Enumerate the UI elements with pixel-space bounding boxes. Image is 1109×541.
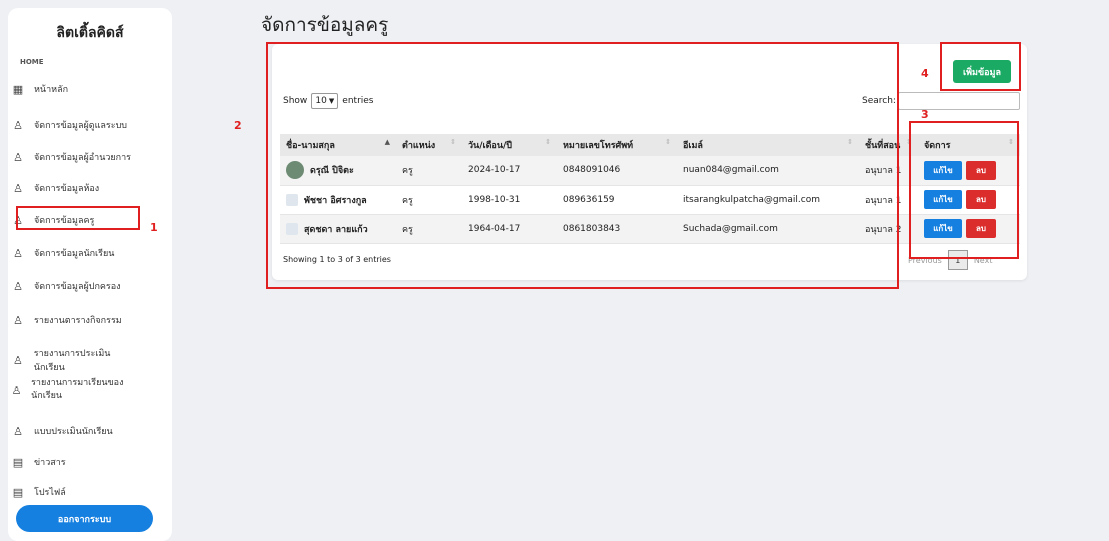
sidebar-item-label: ข่าวสาร (34, 458, 66, 468)
list-icon: ▤ (12, 485, 24, 499)
sidebar-item-evaluation-report[interactable]: ♙ รายงานการประเมินนักเรียน (10, 346, 140, 374)
sidebar-item-parents[interactable]: ♙ จัดการข้อมูลผู้ปกครอง (10, 279, 140, 293)
sidebar-item-directors[interactable]: ♙ จัดการข้อมูลผู้อำนวยการ (10, 150, 140, 164)
sidebar-item-label: จัดการข้อมูลผู้ดูแลระบบ (34, 121, 127, 131)
user-icon: ♙ (13, 118, 23, 132)
sidebar-item-students[interactable]: ♙ จัดการข้อมูลนักเรียน (10, 246, 140, 260)
sidebar-item-label: จัดการข้อมูลนักเรียน (34, 249, 115, 259)
sidebar-item-activity-report[interactable]: ♙ รายงานตารางกิจกรรม (10, 313, 140, 327)
annotation-box-1 (16, 206, 140, 230)
sidebar-item-evaluation-form[interactable]: ♙ แบบประเมินนักเรียน (10, 424, 140, 438)
sidebar-item-rooms[interactable]: ♙ จัดการข้อมูลห้อง (10, 181, 140, 195)
annotation-label-1: 1 (150, 221, 158, 234)
list-icon: ▤ (12, 455, 24, 469)
search-input[interactable] (897, 92, 1020, 110)
sidebar-item-attendance-report[interactable]: ♙ รายงานการมาเรียนของนักเรียน (10, 377, 132, 403)
sidebar-item-label: หน้าหลัก (34, 85, 69, 95)
page-title: จัดการข้อมูลครู (261, 14, 389, 36)
sidebar-item-label: จัดการข้อมูลผู้ปกครอง (34, 282, 121, 292)
annotation-box-3 (909, 121, 1019, 259)
user-icon: ♙ (13, 246, 23, 260)
user-icon: ♙ (12, 353, 23, 367)
sidebar-item-home[interactable]: ▦ หน้าหลัก (10, 82, 140, 96)
user-icon: ♙ (13, 424, 23, 438)
sidebar-item-label: รายงานการมาเรียนของนักเรียน (31, 378, 124, 401)
user-icon: ♙ (13, 181, 23, 195)
section-label: HOME (20, 58, 44, 66)
sidebar-item-label: จัดการข้อมูลผู้อำนวยการ (34, 153, 132, 163)
annotation-label-3: 3 (921, 108, 929, 121)
sidebar-item-label: รายงานการประเมินนักเรียน (33, 349, 111, 373)
annotation-box-4 (940, 42, 1021, 91)
sidebar-item-label: รายงานตารางกิจกรรม (34, 316, 122, 326)
sidebar-item-label: จัดการข้อมูลห้อง (34, 184, 100, 194)
user-icon: ♙ (13, 313, 23, 327)
sidebar-item-label: โปรไฟล์ (34, 488, 66, 498)
grid-icon: ▦ (12, 82, 24, 96)
sidebar-item-profile[interactable]: ▤ โปรไฟล์ (10, 485, 140, 499)
annotation-label-2: 2 (234, 119, 242, 132)
sidebar-item-news[interactable]: ▤ ข่าวสาร (10, 455, 140, 469)
user-icon: ♙ (11, 383, 22, 397)
logout-button[interactable]: ออกจากระบบ (16, 505, 153, 532)
user-icon: ♙ (13, 279, 23, 293)
user-icon: ♙ (13, 150, 23, 164)
sidebar-item-admins[interactable]: ♙ จัดการข้อมูลผู้ดูแลระบบ (10, 118, 140, 132)
sidebar-item-label: แบบประเมินนักเรียน (34, 427, 113, 437)
annotation-label-4: 4 (921, 67, 929, 80)
brand-logo: ลิตเติ้ลคิดส์ (56, 25, 124, 41)
annotation-box-2 (266, 42, 899, 289)
